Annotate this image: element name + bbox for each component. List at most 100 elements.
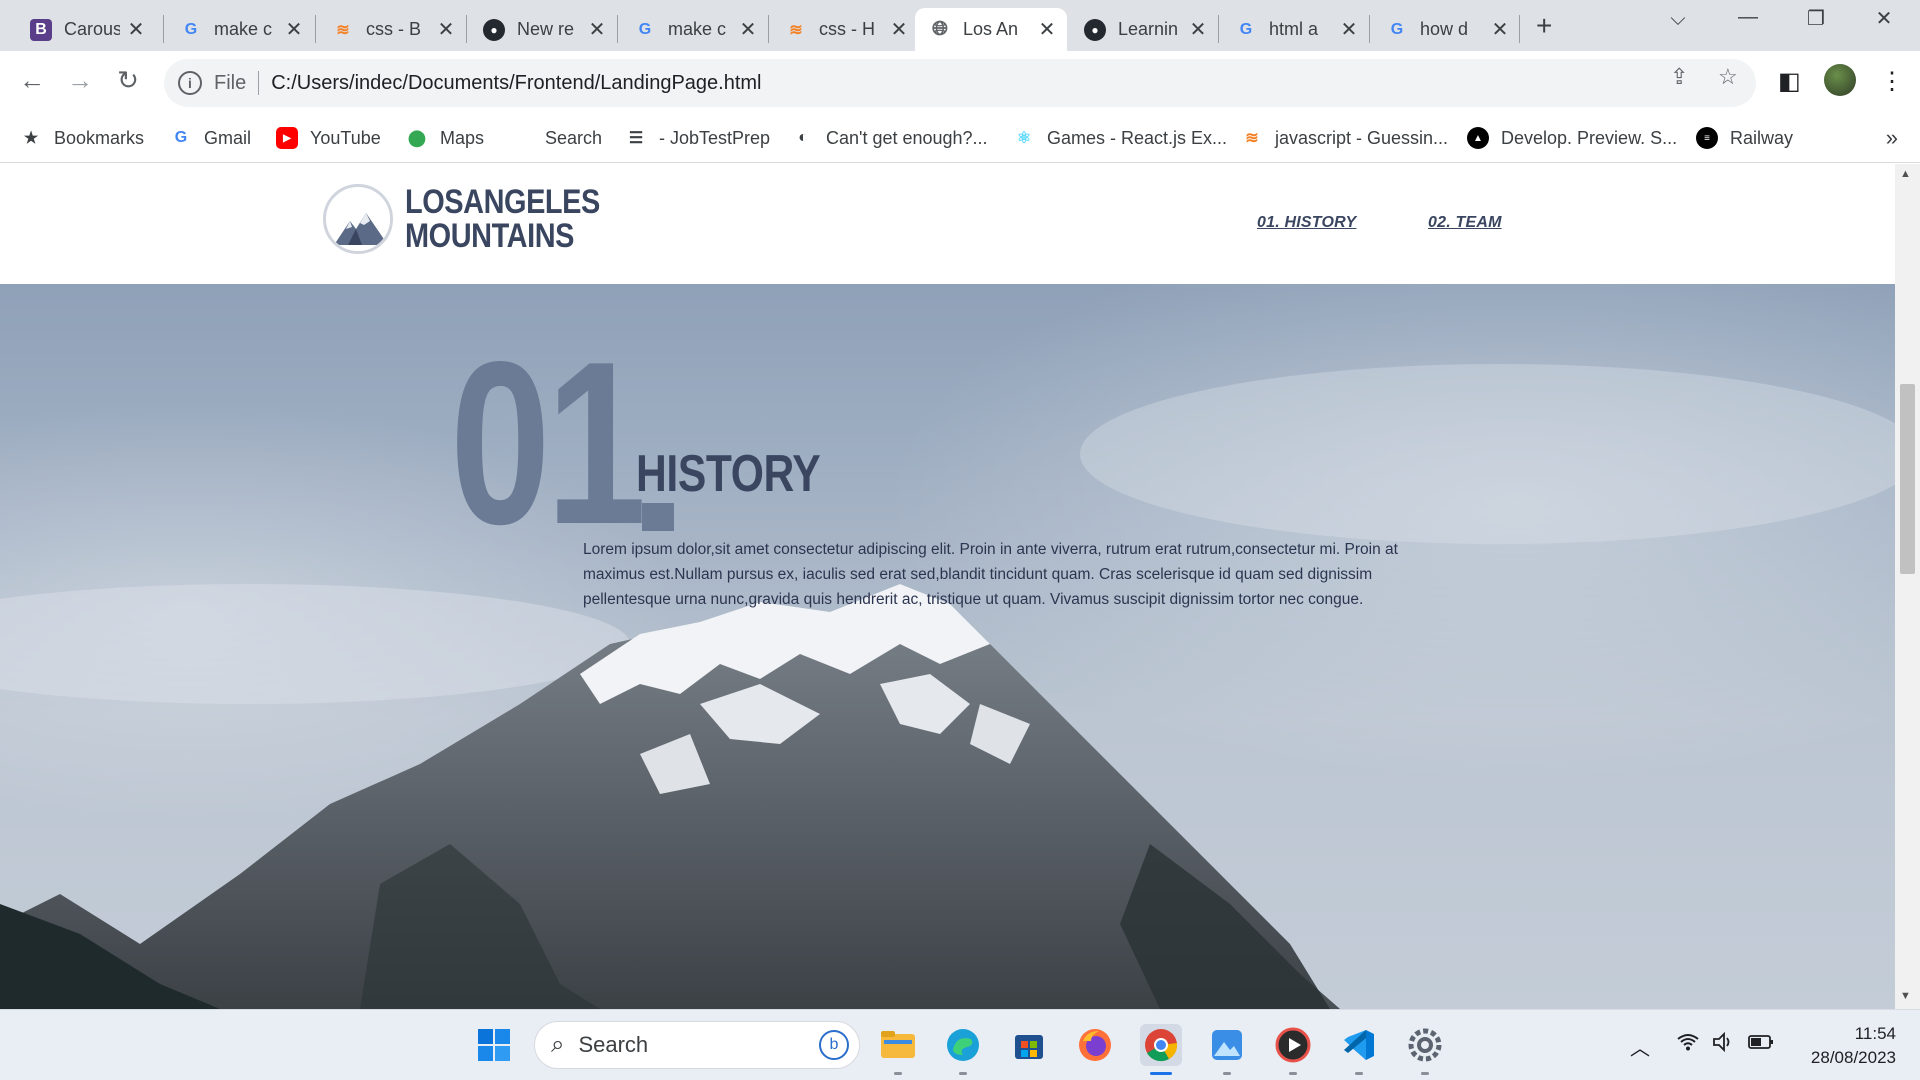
volume-icon[interactable]: [1712, 1031, 1736, 1058]
bookmark-cant-get-enough[interactable]: ◐ Can't get enough?...: [792, 123, 988, 153]
hero-mountain-section: 01 HISTORY Lorem ipsum dolor,sit amet co…: [0, 284, 1895, 1009]
clock-date: 28/08/2023: [1810, 1048, 1896, 1067]
bookmark-javascript[interactable]: ≋ javascript - Guessin...: [1241, 123, 1448, 153]
close-tab-icon[interactable]: ✕: [587, 17, 607, 42]
tab-strip: B Carous ✕ G make c ✕ ≋ css - B ✕ ● New …: [0, 0, 1920, 51]
tab-search-chevron-icon[interactable]: ⌵: [1658, 8, 1698, 31]
close-tab-icon[interactable]: ✕: [436, 17, 456, 42]
tab-title: css - B: [366, 19, 422, 39]
tab-css-2[interactable]: ≋ css - H ✕: [771, 8, 919, 51]
battery-icon[interactable]: [1748, 1032, 1774, 1058]
firefox-icon[interactable]: [1074, 1024, 1116, 1066]
bookmark-youtube[interactable]: ▶ YouTube: [276, 123, 381, 153]
tab-make-1[interactable]: G make c ✕: [166, 8, 314, 51]
page-scrollbar[interactable]: ▲ ▼: [1895, 164, 1920, 1009]
tab-title: New re: [517, 19, 575, 39]
nav-link-team[interactable]: 02. TEAM: [1428, 214, 1502, 232]
tab-title: html a: [1269, 19, 1319, 39]
google-icon: G: [1390, 20, 1404, 38]
tab-title: make c: [214, 19, 273, 39]
microsoft-store-icon[interactable]: [1008, 1024, 1050, 1066]
tab-los-angeles-active[interactable]: 🌐︎ Los An ✕: [915, 8, 1067, 51]
tab-make-2[interactable]: G make c ✕: [620, 8, 768, 51]
stackoverflow-icon: ≋: [789, 21, 803, 39]
close-tab-icon[interactable]: ✕: [1037, 17, 1057, 42]
chrome-icon[interactable]: [1140, 1024, 1182, 1066]
tab-css-1[interactable]: ≋ css - B ✕: [318, 8, 466, 51]
scroll-thumb[interactable]: [1900, 384, 1915, 574]
site-logo[interactable]: LOSANGELES MOUNTAINS: [323, 184, 634, 254]
globe-icon: ◐: [798, 129, 808, 146]
close-tab-icon[interactable]: ✕: [889, 17, 909, 42]
bookmarks-folder[interactable]: ★ Bookmarks: [20, 123, 144, 153]
tab-learning[interactable]: ● Learnin ✕: [1070, 8, 1218, 51]
section-number-dot: [642, 503, 674, 531]
page-viewport: LOSANGELES MOUNTAINS 01. HISTORY 02. TEA…: [0, 164, 1895, 1009]
side-panel-icon[interactable]: ◧: [1778, 67, 1801, 96]
minimize-icon[interactable]: —: [1728, 6, 1768, 29]
taskbar-search[interactable]: ⌕ Search b: [534, 1021, 860, 1069]
profile-avatar[interactable]: [1824, 64, 1856, 96]
restore-icon[interactable]: ❐: [1796, 6, 1836, 31]
close-tab-icon[interactable]: ✕: [126, 17, 146, 42]
share-icon[interactable]: ⇪: [1670, 64, 1688, 90]
bookmark-search[interactable]: Search: [545, 123, 602, 153]
close-tab-icon[interactable]: ✕: [1188, 17, 1208, 42]
bookmark-label: Can't get enough?...: [826, 127, 988, 148]
bing-icon[interactable]: b: [819, 1030, 849, 1060]
close-tab-icon[interactable]: ✕: [738, 17, 758, 42]
windows-start-icon[interactable]: [473, 1024, 515, 1066]
site-info-icon[interactable]: i: [178, 71, 202, 95]
scroll-down-arrow-icon[interactable]: ▼: [1900, 990, 1911, 1002]
tab-carousel[interactable]: B Carous ✕: [16, 8, 156, 51]
stackoverflow-icon: ≋: [336, 21, 350, 39]
back-arrow-icon[interactable]: ←: [14, 65, 50, 96]
bookmark-star-icon[interactable]: ☆: [1718, 64, 1738, 90]
edge-icon[interactable]: [942, 1024, 984, 1066]
tab-html[interactable]: G html a ✕: [1221, 8, 1369, 51]
bookmark-jobtestprep[interactable]: ☰ - JobTestPrep: [625, 123, 770, 153]
globe-icon: 🌐︎: [932, 18, 948, 40]
close-tab-icon[interactable]: ✕: [1339, 17, 1359, 42]
github-icon: ●: [483, 18, 505, 41]
site-header: LOSANGELES MOUNTAINS 01. HISTORY 02. TEA…: [0, 164, 1895, 284]
tab-new-repo[interactable]: ● New re ✕: [469, 8, 617, 51]
forward-arrow-icon[interactable]: →: [62, 65, 98, 96]
bookmark-label: Railway: [1730, 127, 1794, 148]
new-tab-icon[interactable]: +: [1536, 10, 1552, 42]
bookmarks-overflow-icon[interactable]: »: [1886, 125, 1898, 151]
bookmark-railway[interactable]: ≡ Railway: [1696, 123, 1793, 153]
bookmark-react-games[interactable]: ⚛ Games - React.js Ex...: [1013, 123, 1227, 153]
settings-icon[interactable]: [1404, 1024, 1446, 1066]
bookmark-gmail[interactable]: G Gmail: [170, 123, 251, 153]
mountain-backdrop-image: [0, 364, 1895, 1009]
url-scheme: File: [214, 71, 247, 94]
bookmark-vercel[interactable]: ▲ Develop. Preview. S...: [1467, 123, 1677, 153]
wifi-icon[interactable]: [1676, 1032, 1700, 1058]
tab-how-do[interactable]: G how d ✕: [1372, 8, 1520, 51]
scroll-up-arrow-icon[interactable]: ▲: [1900, 168, 1911, 180]
window-close-icon[interactable]: ✕: [1864, 6, 1904, 31]
bookmark-maps[interactable]: ⬤ Maps: [406, 123, 484, 153]
close-tab-icon[interactable]: ✕: [1490, 17, 1510, 42]
vscode-icon[interactable]: [1338, 1024, 1380, 1066]
nav-link-history[interactable]: 01. HISTORY: [1257, 214, 1356, 232]
file-explorer-icon[interactable]: [877, 1024, 919, 1066]
url-text[interactable]: C:/Users/indec/Documents/Frontend/Landin…: [271, 72, 761, 95]
railway-icon: ≡: [1696, 127, 1718, 149]
close-tab-icon[interactable]: ✕: [284, 17, 304, 42]
taskbar-search-placeholder: Search: [578, 1032, 649, 1057]
mountain-logo-icon: [323, 184, 393, 254]
photos-icon[interactable]: [1206, 1024, 1248, 1066]
reload-icon[interactable]: ↻: [110, 65, 146, 96]
vercel-icon: ▲: [1467, 127, 1489, 149]
stackoverflow-icon: ≋: [1245, 130, 1259, 147]
google-icon: G: [638, 20, 652, 38]
system-clock[interactable]: 11:54 28/08/2023: [1790, 1022, 1896, 1070]
show-hidden-icons-chevron-icon[interactable]: ︿: [1630, 1032, 1650, 1061]
media-player-icon[interactable]: [1272, 1024, 1314, 1066]
address-bar[interactable]: i File C:/Users/indec/Documents/Frontend…: [164, 59, 1756, 107]
kebab-menu-icon[interactable]: ⋮: [1880, 67, 1904, 96]
bookmark-label: Bookmarks: [54, 127, 145, 148]
bootstrap-icon: B: [30, 18, 52, 41]
